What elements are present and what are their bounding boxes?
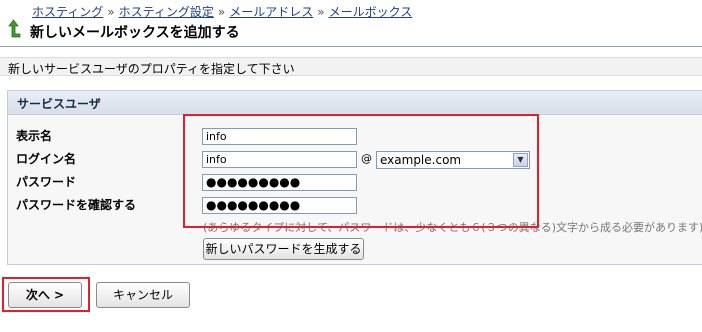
breadcrumb-mailboxes[interactable]: メールボックス [329, 5, 413, 19]
breadcrumb-hosting[interactable]: ホスティング [32, 5, 103, 19]
breadcrumb-separator: » [217, 5, 226, 19]
breadcrumb-mail-addresses[interactable]: メールアドレス [229, 5, 313, 19]
login-name-label: ログイン名 [16, 152, 77, 166]
display-name-label: 表示名 [16, 129, 53, 143]
breadcrumb-hosting-settings[interactable]: ホスティング設定 [119, 5, 214, 19]
breadcrumb: ホスティング» ホスティング設定» メールアドレス» メールボックス [32, 3, 412, 20]
confirm-password-label: パスワードを確認する [16, 198, 137, 212]
title-divider [0, 46, 702, 47]
page-title: 新しいメールボックスを追加する [30, 25, 240, 41]
cancel-button[interactable]: キャンセル [96, 282, 190, 308]
password-label: パスワード [16, 175, 77, 189]
breadcrumb-separator: » [107, 5, 115, 19]
generate-password-button[interactable]: 新しいパスワードを生成する [203, 238, 364, 260]
highlight-box-next [2, 277, 90, 312]
highlight-box-fields [183, 114, 539, 228]
breadcrumb-separator: » [317, 5, 325, 19]
up-arrow-icon[interactable] [8, 18, 22, 38]
section-title: サービスユーザ [8, 91, 702, 115]
instruction-text: 新しいサービスユーザのプロパティを指定して下さい [0, 57, 702, 76]
